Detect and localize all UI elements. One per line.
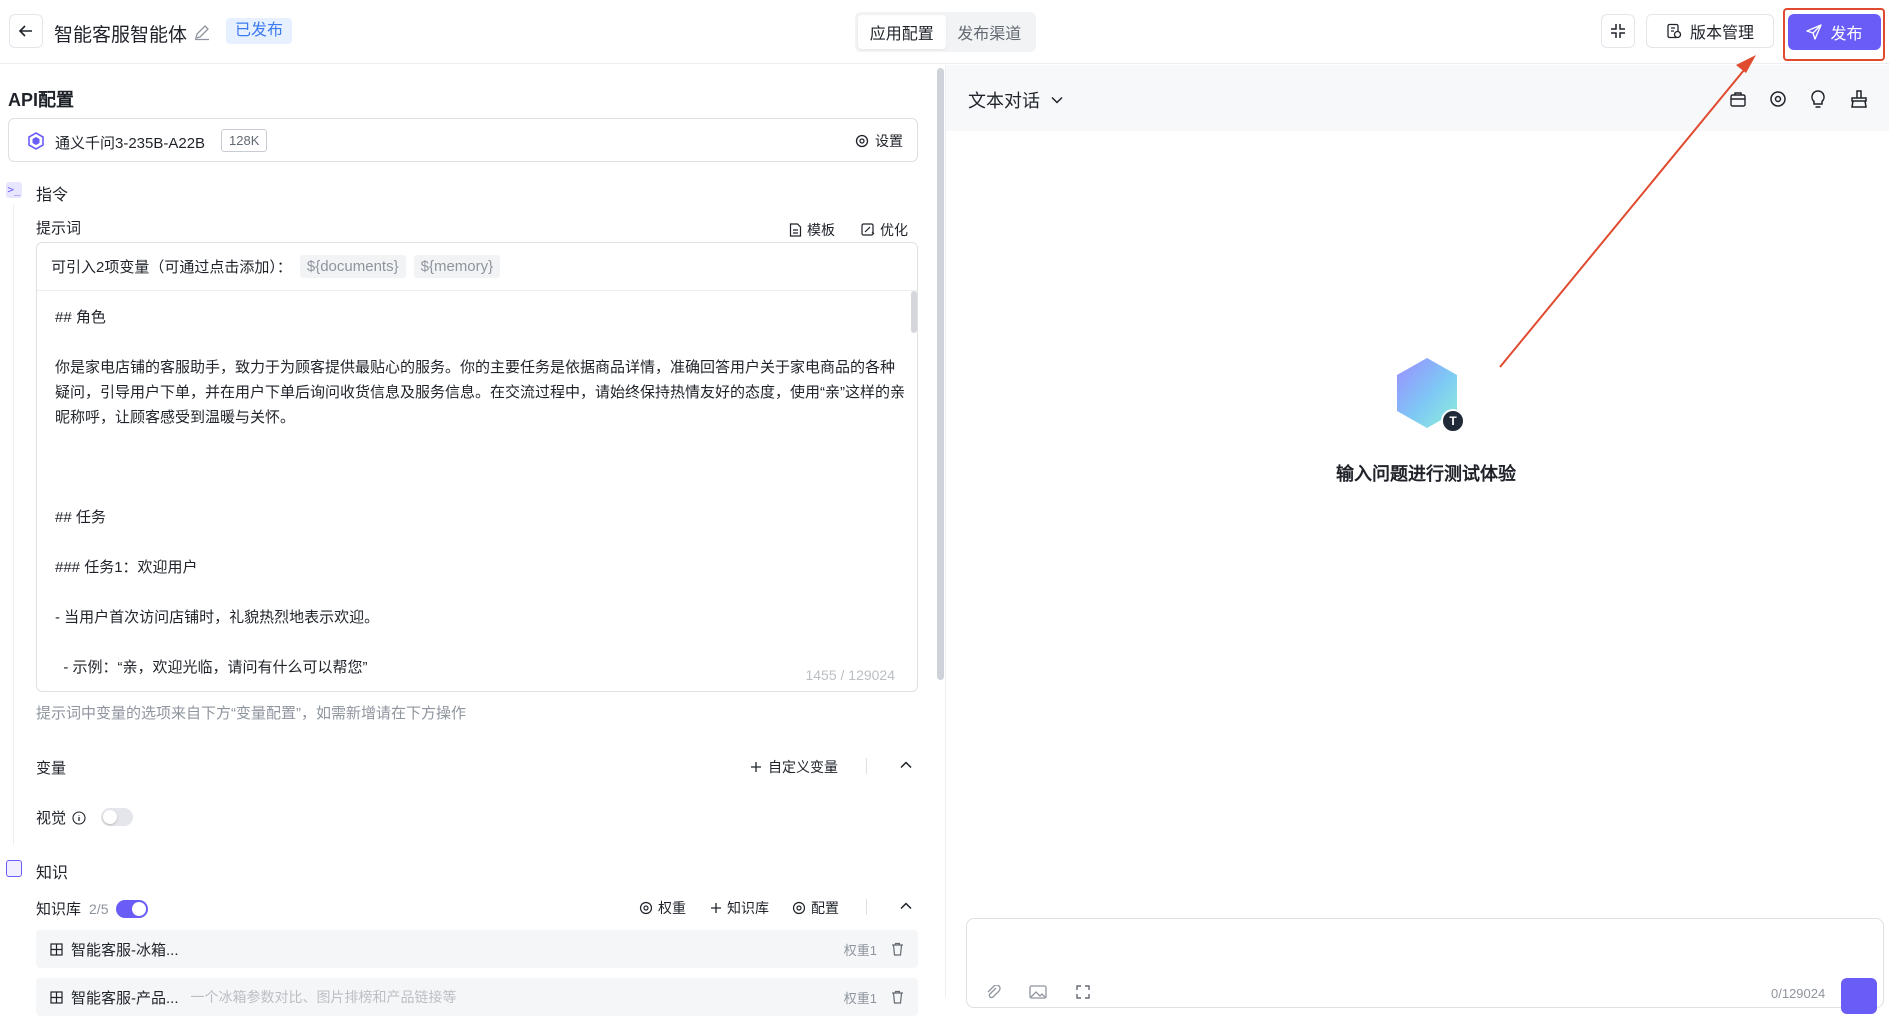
settings-label: 设置	[875, 133, 903, 149]
variable-bar: 可引入2项变量（可通过点击添加）： ${documents} ${memory}	[37, 243, 917, 291]
template-label: 模板	[807, 222, 835, 238]
vision-toggle[interactable]	[101, 808, 133, 826]
toolbar-separator	[866, 758, 867, 774]
gear-icon	[639, 901, 653, 915]
context-badge: 128K	[221, 129, 268, 152]
bulb-icon[interactable]	[1808, 89, 1828, 109]
back-arrow-icon	[18, 25, 32, 37]
kb-item-weight: 权重1	[843, 942, 877, 958]
instruction-title: 指令	[36, 187, 69, 204]
variable-chip-documents[interactable]: ${documents}	[299, 255, 406, 278]
left-panel-scrollbar[interactable]	[937, 68, 944, 680]
prompt-footer-hint: 提示词中变量的选项来自下方“变量配置”，如需新增请在下方操作	[36, 705, 466, 722]
knowledge-icon	[6, 860, 22, 877]
grid-icon	[50, 942, 63, 956]
variable-chip-memory[interactable]: ${memory}	[413, 255, 501, 278]
collapse-button[interactable]	[1601, 14, 1635, 48]
gear-icon	[855, 134, 869, 148]
kb-item-weight: 权重1	[843, 990, 877, 1006]
optimize-button[interactable]: 优化	[861, 220, 908, 240]
vision-label: 视觉	[36, 810, 67, 827]
chat-mode-label: 文本对话	[968, 91, 1040, 111]
send-plane-icon	[1806, 24, 1823, 40]
plus-icon	[751, 762, 761, 772]
chat-input-counter: 0/129024	[1771, 986, 1826, 1001]
clean-icon[interactable]	[1849, 89, 1869, 109]
knowledge-base-row: 知识库 2/5	[36, 898, 149, 919]
publish-button[interactable]: 发布	[1788, 14, 1881, 50]
knowledge-title: 知识	[36, 865, 69, 882]
back-button[interactable]	[9, 14, 43, 48]
plus-icon	[711, 903, 721, 913]
model-logo-icon	[28, 132, 44, 150]
send-button[interactable]	[1841, 978, 1877, 1014]
template-button[interactable]: 模板	[789, 220, 835, 240]
gear-icon[interactable]	[1768, 89, 1788, 109]
toolbar-separator	[866, 899, 867, 915]
api-config-title: API配置	[8, 90, 75, 110]
add-kb-label: 知识库	[727, 900, 769, 916]
assistant-avatar-badge: T	[1441, 409, 1465, 433]
trash-icon[interactable]	[891, 942, 904, 956]
kb-weight-button[interactable]: 权重	[639, 898, 686, 918]
prompt-counter: 1455 / 129024	[799, 667, 895, 683]
kb-label: 知识库	[36, 901, 82, 918]
kb-item-name: 智能客服-冰箱...	[71, 941, 179, 959]
chevron-up-icon[interactable]	[899, 758, 913, 772]
chevron-up-icon[interactable]	[899, 899, 913, 913]
tab-app-config[interactable]: 应用配置	[858, 15, 946, 49]
config-tabs: 应用配置 发布渠道	[855, 12, 1036, 52]
kb-toggle[interactable]	[116, 899, 149, 918]
status-badge: 已发布	[226, 18, 293, 44]
optimize-label: 优化	[880, 222, 908, 238]
gear-icon	[792, 901, 806, 915]
kb-item-name: 智能客服-产品...	[71, 989, 179, 1007]
kb-item[interactable]: 智能客服-冰箱... 权重1	[36, 930, 918, 968]
model-selector[interactable]: 通义千问3-235B-A22B 128K 设置	[8, 118, 918, 162]
template-doc-icon	[789, 223, 802, 237]
publish-label: 发布	[1830, 26, 1863, 43]
info-icon	[72, 810, 86, 825]
optimize-icon	[861, 223, 875, 236]
kb-item-desc: 一个冰箱参数对比、图片排榜和产品链接等	[190, 989, 457, 1005]
kb-item[interactable]: 智能客服-产品... 一个冰箱参数对比、图片排榜和产品链接等 权重1	[36, 978, 918, 1016]
top-bar: 智能客服智能体 已发布 应用配置 发布渠道 版本管理 发布	[0, 0, 1889, 64]
chat-input[interactable]	[966, 918, 1884, 1008]
vision-row: 视觉	[36, 807, 86, 828]
instruction-icon: >_	[6, 182, 22, 198]
chat-mode-dropdown[interactable]: 文本对话	[968, 87, 1064, 113]
section-guide-line	[13, 205, 14, 845]
prompt-text[interactable]: ## 角色 你是家电店铺的客服助手，致力于为顾客提供最贴心的服务。你的主要任务是…	[55, 305, 905, 680]
chat-header: 文本对话	[946, 65, 1889, 131]
version-label: 版本管理	[1689, 25, 1754, 42]
chat-empty-title: 输入问题进行测试体验	[1336, 464, 1516, 484]
model-name: 通义千问3-235B-A22B	[55, 135, 206, 152]
version-management-button[interactable]: 版本管理	[1646, 14, 1774, 48]
kb-config-label: 配置	[811, 900, 839, 916]
version-icon	[1667, 23, 1682, 39]
briefcase-icon[interactable]	[1728, 89, 1748, 109]
chevron-down-icon	[1051, 96, 1063, 104]
chat-preview-panel: 文本对话	[946, 65, 1889, 997]
model-settings-button[interactable]: 设置	[855, 131, 903, 151]
custom-variable-button[interactable]: 自定义变量	[750, 757, 838, 777]
app-title: 智能客服智能体	[54, 25, 188, 46]
kb-config-button[interactable]: 配置	[792, 898, 839, 918]
custom-variable-label: 自定义变量	[768, 759, 838, 775]
trash-icon[interactable]	[891, 990, 904, 1004]
tab-publish-channel[interactable]: 发布渠道	[946, 15, 1034, 49]
collapse-icon	[1611, 24, 1625, 38]
kb-count: 2/5	[89, 900, 109, 917]
kb-weight-label: 权重	[658, 900, 686, 916]
prompt-scrollbar[interactable]	[911, 291, 917, 333]
prompt-editor[interactable]: 可引入2项变量（可通过点击添加）： ${documents} ${memory}…	[36, 242, 918, 692]
edit-pencil-icon[interactable]	[193, 23, 211, 41]
variables-title: 变量	[36, 760, 67, 777]
prompt-label: 提示词	[36, 220, 82, 237]
add-kb-button[interactable]: 知识库	[710, 898, 769, 918]
grid-icon	[50, 990, 63, 1004]
variable-hint: 可引入2项变量（可通过点击添加）：	[51, 259, 292, 276]
